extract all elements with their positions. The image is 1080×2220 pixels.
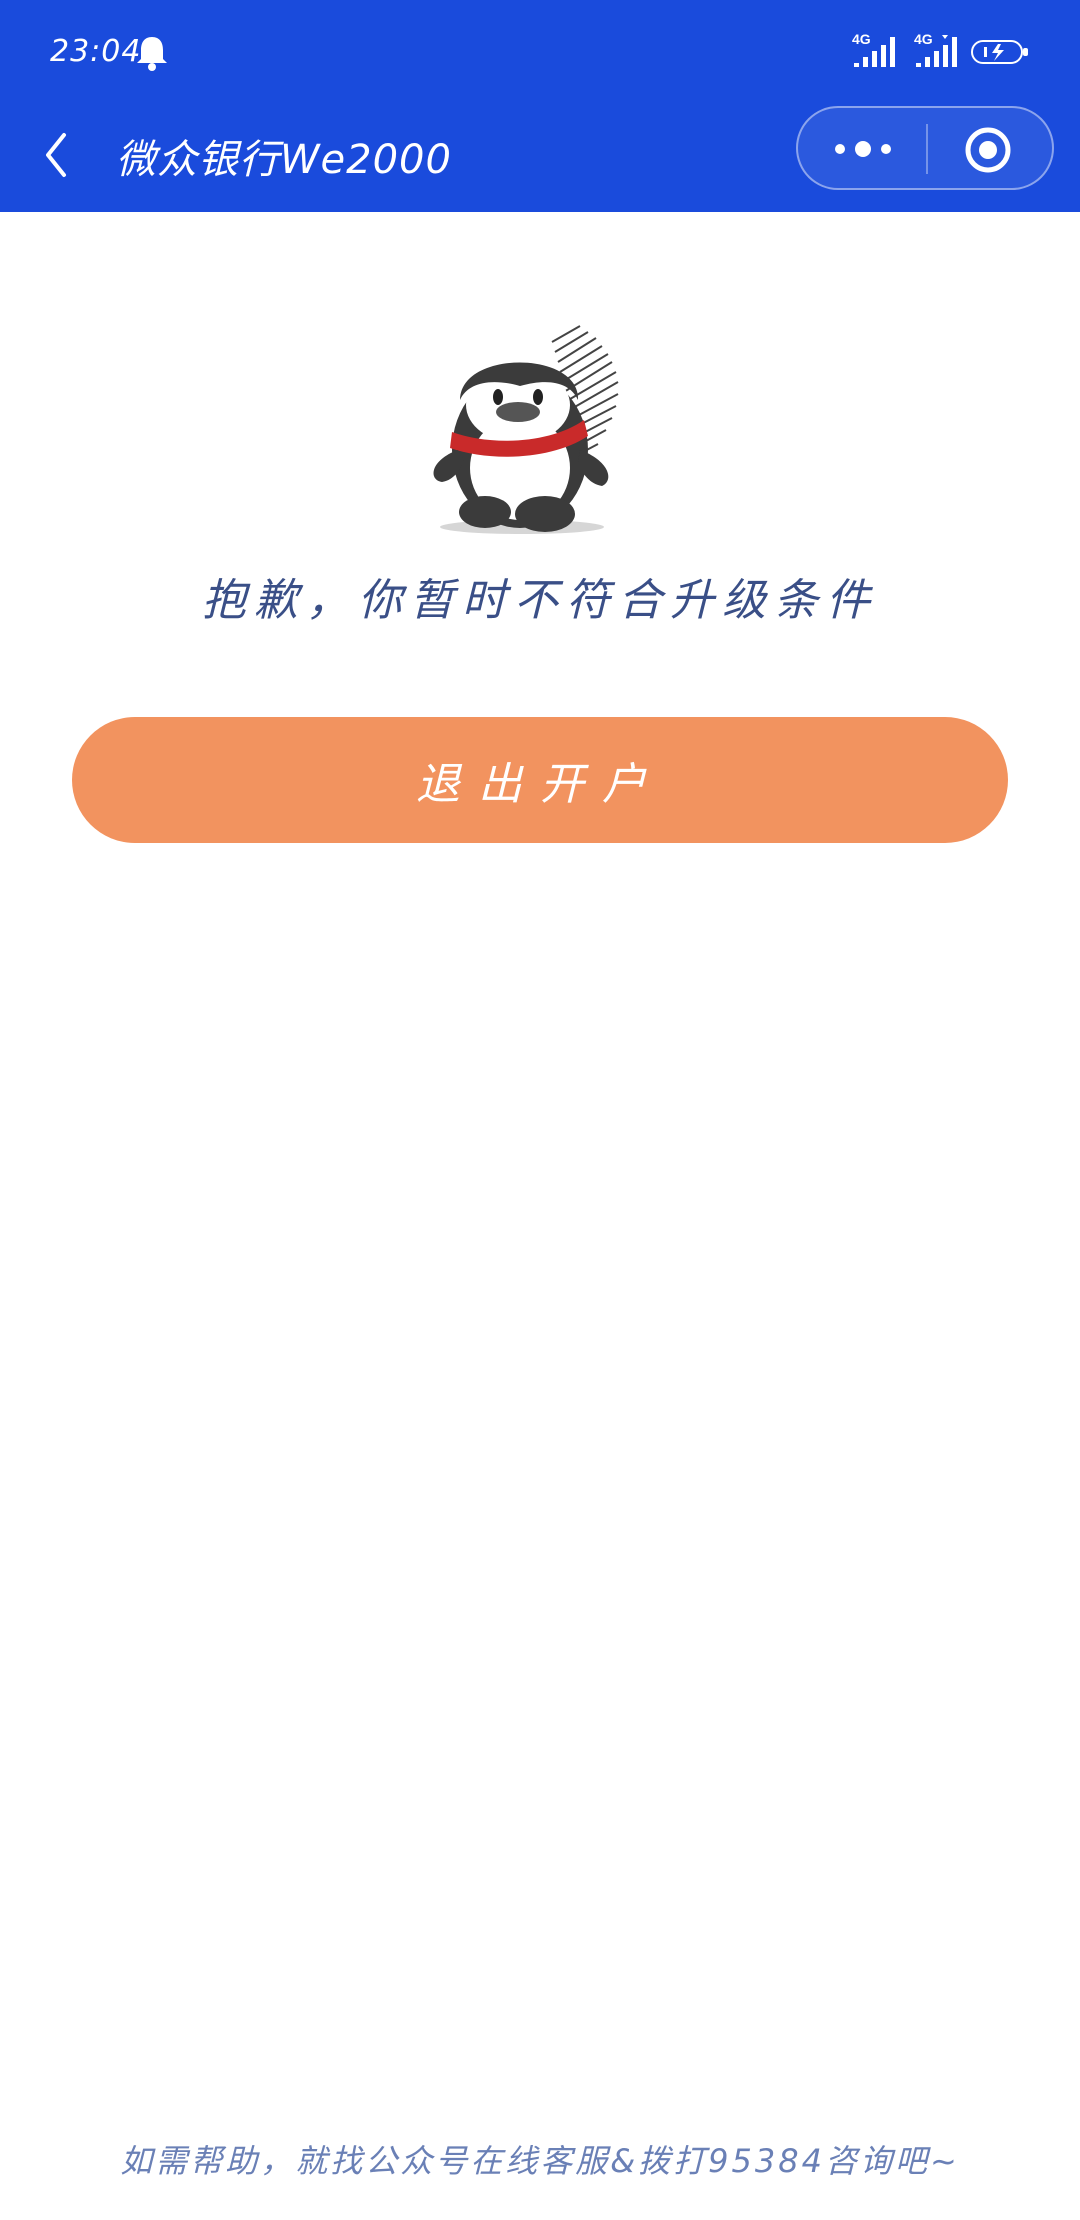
mini-program-capsule (796, 106, 1054, 190)
close-mini-program-icon[interactable] (964, 126, 1012, 174)
battery-icon (971, 40, 1028, 64)
ineligible-message: 抱歉，你暂时不符合升级条件 (202, 575, 878, 626)
help-footer-text: 如需帮助，就找公众号在线客服&拨打95384咨询吧~ (120, 2142, 960, 2180)
status-time: 23:04 (50, 34, 142, 69)
top-bar: 23:04 4G 4G 微众银行We2000 (0, 0, 1080, 212)
navigation-bar: 微众银行We2000 (0, 105, 1080, 212)
capsule-divider (926, 124, 928, 174)
signal-icon: 4G (914, 31, 960, 69)
chevron-left-icon[interactable] (36, 125, 76, 185)
penguin-illustration (433, 325, 619, 534)
exit-account-opening-button[interactable]: 退出开户 (72, 717, 1008, 843)
status-bar: 23:04 4G 4G (0, 0, 1080, 105)
signal-icon: 4G (852, 31, 898, 69)
more-icon[interactable] (828, 126, 898, 172)
exit-button-label: 退出开户 (416, 759, 664, 810)
bell-icon (137, 37, 167, 71)
page-title: 微众银行We2000 (116, 137, 452, 183)
